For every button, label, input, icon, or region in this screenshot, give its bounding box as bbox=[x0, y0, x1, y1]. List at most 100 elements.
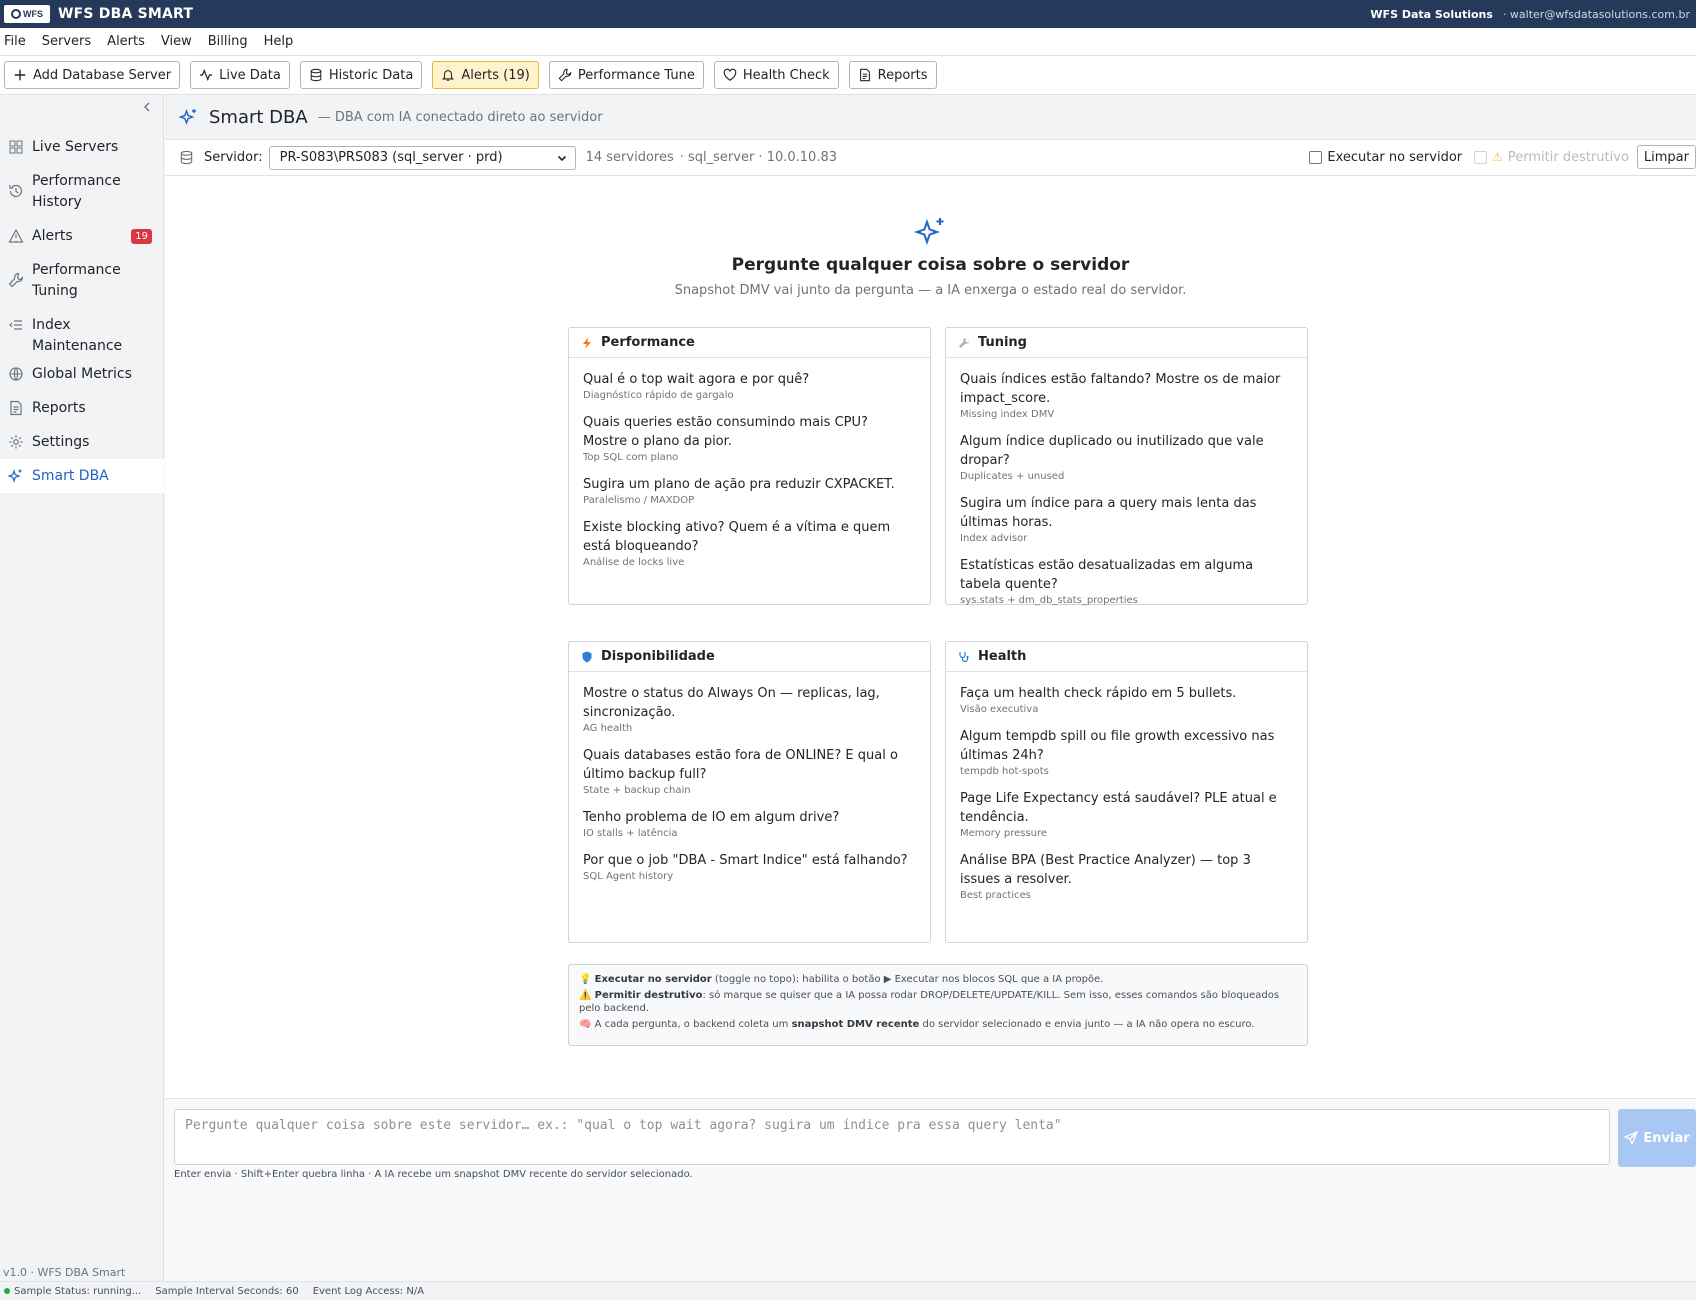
health-card: Health Faça um health check rápido em 5 … bbox=[945, 641, 1308, 943]
sidebar-item-smart-dba[interactable]: Smart DBA bbox=[0, 459, 164, 493]
destructive-checkbox[interactable] bbox=[1474, 150, 1488, 164]
card-title: Tuning bbox=[978, 335, 1027, 350]
clear-button[interactable]: Limpar bbox=[1636, 145, 1696, 169]
suggested-question[interactable]: Quais índices estão faltando? Mostre os … bbox=[960, 370, 1293, 420]
menu-alerts[interactable]: Alerts bbox=[102, 34, 156, 49]
sparkles-icon bbox=[7, 468, 24, 484]
company-name: WFS Data Solutions bbox=[1370, 7, 1493, 21]
question-subtitle: Index advisor bbox=[960, 533, 1028, 544]
sidebar-item-label: Live Servers bbox=[32, 139, 119, 155]
suggested-question[interactable]: Por que o job "DBA - Smart Indice" está … bbox=[583, 851, 916, 882]
event-log-label: Event Log Access: bbox=[312, 1285, 404, 1297]
question-subtitle: SQL Agent history bbox=[583, 871, 674, 882]
card-header: Health bbox=[946, 642, 1307, 672]
warning-icon bbox=[8, 228, 24, 244]
chevron-left-icon[interactable] bbox=[141, 101, 153, 113]
event-log-value: N/A bbox=[406, 1285, 425, 1297]
execute-checkbox[interactable] bbox=[1309, 150, 1323, 164]
menu-file[interactable]: File bbox=[0, 34, 37, 49]
info-snapshot-text-end: do servidor selecionado e envia junto — … bbox=[919, 1019, 1255, 1030]
sidebar-item-performance-history[interactable]: Performance History bbox=[0, 164, 164, 219]
logo-text: WFS bbox=[23, 9, 43, 19]
suggested-question[interactable]: Page Life Expectancy está saudável? PLE … bbox=[960, 789, 1293, 839]
server-select[interactable]: PR-S083\PRS083 (sql_server · prd) bbox=[268, 145, 576, 170]
lightning-icon bbox=[583, 337, 591, 348]
user-email[interactable]: · walter@wfsdatasolutions.com.br bbox=[1503, 8, 1690, 21]
info-snapshot-bold: snapshot DMV recente bbox=[791, 1019, 920, 1030]
menu-view[interactable]: View bbox=[156, 34, 203, 49]
suggested-question[interactable]: Faça um health check rápido em 5 bullets… bbox=[960, 684, 1293, 715]
sparkles-icon bbox=[179, 108, 196, 126]
app-title: WFS DBA SMART bbox=[58, 6, 194, 22]
reports-label: Reports bbox=[877, 67, 928, 83]
suggested-question[interactable]: Tenho problema de IO em algum drive? IO s… bbox=[583, 808, 916, 839]
suggested-question[interactable]: Sugira um plano de ação pra reduzir CXPA… bbox=[583, 475, 916, 506]
send-button[interactable]: Enviar bbox=[1618, 1109, 1696, 1167]
menu-billing[interactable]: Billing bbox=[203, 34, 259, 49]
shield-icon bbox=[582, 651, 592, 662]
suggested-question[interactable]: Qual é o top wait agora e por quê? Diagnó… bbox=[583, 370, 916, 401]
suggested-question[interactable]: Quais queries estão consumindo mais CPU?… bbox=[583, 413, 916, 463]
question-text: Quais databases estão fora de ONLINE? E … bbox=[583, 748, 898, 782]
question-subtitle: Diagnóstico rápido de gargalo bbox=[583, 390, 734, 401]
page-subtitle: — DBA com IA conectado direto ao servido… bbox=[317, 109, 603, 125]
suggested-question[interactable]: Existe blocking ativo? Quem é a vítima e… bbox=[583, 518, 916, 568]
add-database-server-button[interactable]: Add Database Server bbox=[4, 61, 181, 89]
question-text: Análise BPA (Best Practice Analyzer) — t… bbox=[960, 853, 1251, 887]
suggested-question[interactable]: Algum índice duplicado ou inutilizado qu… bbox=[960, 432, 1293, 482]
suggested-question[interactable]: Sugira um índice para a query mais lenta… bbox=[960, 494, 1293, 544]
suggested-question[interactable]: Estatísticas estão desatualizadas em alg… bbox=[960, 556, 1293, 606]
health-check-button[interactable]: Health Check bbox=[713, 61, 839, 89]
suggested-question[interactable]: Análise BPA (Best Practice Analyzer) — t… bbox=[960, 851, 1293, 901]
question-text: Mostre o status do Always On — replicas,… bbox=[583, 686, 880, 720]
status-bar: Sample Status: running... Sample Interva… bbox=[0, 1281, 1696, 1300]
performance-card: Performance Qual é o top wait agora e po… bbox=[568, 327, 931, 605]
globe-icon bbox=[8, 366, 24, 382]
sidebar-item-settings[interactable]: Settings bbox=[0, 425, 164, 459]
question-text: Quais queries estão consumindo mais CPU?… bbox=[583, 415, 868, 449]
sidebar-item-performance-tuning[interactable]: Performance Tuning bbox=[0, 253, 164, 308]
question-text: Faça um health check rápido em 5 bullets… bbox=[960, 686, 1237, 701]
sidebar-item-alerts[interactable]: Alerts 19 bbox=[0, 219, 164, 253]
card-title: Disponibilidade bbox=[601, 649, 715, 664]
database-icon bbox=[310, 68, 322, 82]
sidebar-item-live-servers[interactable]: Live Servers bbox=[0, 130, 164, 164]
alerts-button[interactable]: Alerts (19) bbox=[432, 61, 539, 89]
menu-help[interactable]: Help bbox=[259, 34, 305, 49]
menu-servers[interactable]: Servers bbox=[37, 34, 102, 49]
sidebar-item-label: Global Metrics bbox=[32, 366, 132, 382]
sample-interval-value: 60 bbox=[285, 1285, 299, 1297]
sidebar-item-global-metrics[interactable]: Global Metrics bbox=[0, 357, 164, 391]
card-title: Health bbox=[978, 649, 1027, 664]
suggested-question[interactable]: Algum tempdb spill ou file growth excess… bbox=[960, 727, 1293, 777]
page-header: Smart DBA — DBA com IA conectado direto … bbox=[165, 95, 1696, 140]
question-input[interactable]: Pergunte qualquer coisa sobre este servi… bbox=[174, 1109, 1610, 1165]
question-text: Por que o job "DBA - Smart Indice" está … bbox=[583, 853, 908, 868]
reports-button[interactable]: Reports bbox=[848, 61, 937, 89]
performance-tune-button[interactable]: Performance Tune bbox=[548, 61, 704, 89]
suggested-question[interactable]: Quais databases estão fora de ONLINE? E … bbox=[583, 746, 916, 796]
question-subtitle: Duplicates + unused bbox=[960, 471, 1065, 482]
sidebar-item-index-maintenance[interactable]: Index Maintenance bbox=[0, 308, 164, 357]
question-subtitle: Memory pressure bbox=[960, 828, 1048, 839]
card-header: Performance bbox=[569, 328, 930, 358]
question-subtitle: Top SQL com plano bbox=[583, 452, 679, 463]
historic-data-button[interactable]: Historic Data bbox=[299, 61, 423, 89]
grid-icon bbox=[8, 139, 24, 155]
execute-on-server-toggle[interactable]: Executar no servidor bbox=[1309, 150, 1462, 165]
live-data-button[interactable]: Live Data bbox=[190, 61, 290, 89]
event-log-access: Event Log Access: N/A bbox=[313, 1286, 424, 1297]
menu-bar: File Servers Alerts View Billing Help bbox=[0, 28, 1696, 56]
composer: Pergunte qualquer coisa sobre este servi… bbox=[165, 1098, 1696, 1281]
question-text: Page Life Expectancy está saudável? PLE … bbox=[960, 791, 1277, 825]
suggested-question[interactable]: Mostre o status do Always On — replicas,… bbox=[583, 684, 916, 734]
live-data-label: Live Data bbox=[219, 67, 281, 83]
history-icon bbox=[8, 183, 24, 199]
alerts-count-badge: 19 bbox=[131, 229, 152, 244]
allow-destructive-toggle[interactable]: ⚠ Permitir destrutivo bbox=[1474, 150, 1629, 165]
wrench-icon bbox=[959, 337, 969, 348]
sidebar-item-reports[interactable]: Reports bbox=[0, 391, 164, 425]
question-text: Algum índice duplicado ou inutilizado qu… bbox=[960, 434, 1264, 468]
question-subtitle: AG health bbox=[583, 723, 633, 734]
question-text: Quais índices estão faltando? Mostre os … bbox=[960, 372, 1281, 406]
